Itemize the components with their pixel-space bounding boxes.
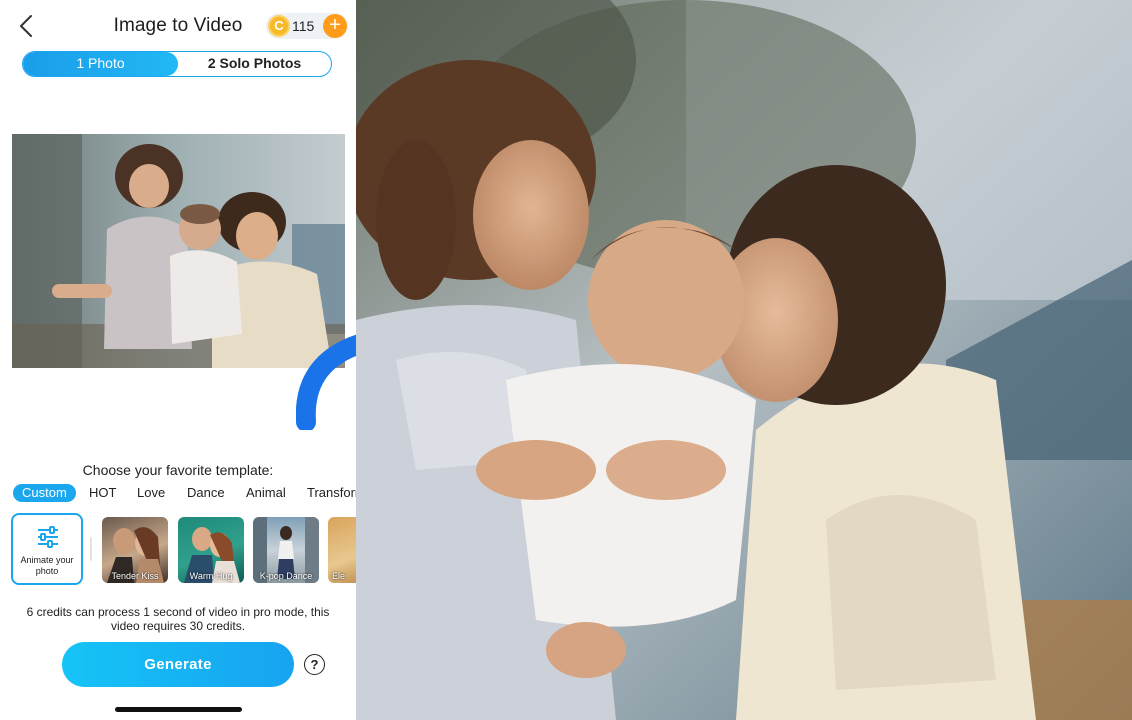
tab-custom[interactable]: Custom	[13, 484, 76, 502]
mode-switch: 1 Photo 2 Solo Photos	[22, 51, 332, 77]
app-panel: Image to Video C 115 + 1 Photo 2 Solo Ph…	[0, 0, 356, 720]
sliders-icon	[38, 526, 58, 548]
credits-note: 6 credits can process 1 second of video …	[26, 605, 330, 633]
template-label: Warm Hug	[189, 571, 233, 581]
top-bar: Image to Video C 115 +	[0, 0, 356, 52]
tab-2-solo-photos[interactable]: 2 Solo Photos	[178, 52, 331, 76]
template-heading: Choose your favorite template:	[82, 462, 274, 478]
add-credits-button[interactable]: +	[323, 14, 347, 38]
tab-animal[interactable]: Animal	[246, 484, 286, 502]
curved-arrow-icon	[296, 334, 356, 430]
credit-count: 115	[292, 18, 315, 34]
template-categories: Custom HOT Love Dance Animal Transform	[13, 484, 356, 504]
template-animate-photo[interactable]: Animate your photo	[11, 513, 83, 585]
generate-button[interactable]: Generate	[62, 642, 294, 687]
divider	[90, 537, 92, 561]
template-label: K-pop Dance	[259, 571, 313, 581]
template-kpop-dance[interactable]: K-pop Dance	[253, 517, 319, 583]
video-frame-image	[356, 0, 1132, 720]
tab-hot[interactable]: HOT	[89, 484, 116, 502]
video-preview	[356, 0, 1132, 720]
template-label: Ele	[332, 571, 346, 581]
template-label: Animate your photo	[20, 555, 74, 576]
template-list: Animate your photo Tender Kiss Warm Hug	[10, 513, 356, 587]
template-warm-hug[interactable]: Warm Hug	[178, 517, 244, 583]
tab-1-photo[interactable]: 1 Photo	[23, 52, 178, 76]
template-label: Tender Kiss	[111, 571, 159, 581]
coin-icon: C	[268, 15, 290, 37]
template-ele[interactable]: Ele	[328, 517, 356, 583]
tab-dance[interactable]: Dance	[187, 484, 225, 502]
template-tender-kiss[interactable]: Tender Kiss	[102, 517, 168, 583]
tab-transform[interactable]: Transform	[307, 484, 356, 502]
credits-badge[interactable]: C 115 +	[266, 13, 348, 39]
tab-love[interactable]: Love	[137, 484, 165, 502]
home-indicator	[115, 707, 242, 712]
help-icon[interactable]: ?	[304, 654, 325, 675]
